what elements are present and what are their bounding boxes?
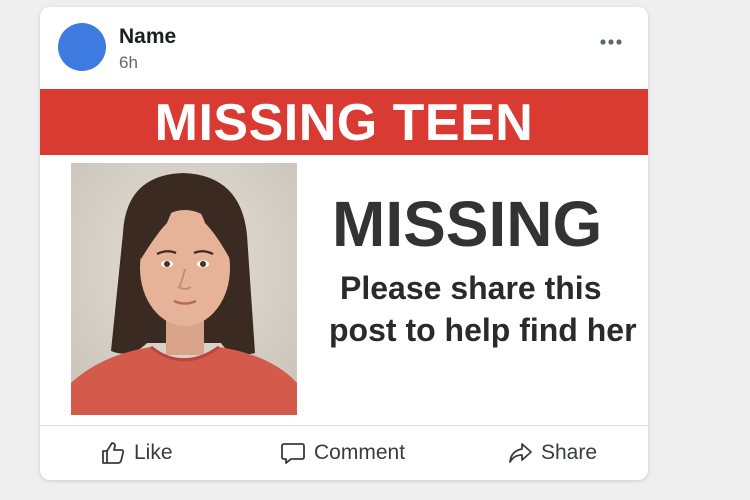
alert-banner: MISSING TEEN [40, 89, 648, 155]
post-card: Name 6h MISSING TEEN MISSING Please shar… [40, 7, 648, 480]
missing-person-photo[interactable] [71, 163, 297, 415]
post-timestamp[interactable]: 6h [119, 53, 138, 73]
comment-button[interactable]: Comment [280, 431, 405, 475]
speech-bubble-icon [281, 443, 305, 464]
action-bar-divider [40, 425, 648, 426]
more-options-button[interactable] [598, 35, 626, 49]
like-button[interactable]: Like [100, 431, 173, 475]
page-background: Name 6h MISSING TEEN MISSING Please shar… [0, 0, 750, 500]
share-button[interactable]: Share [507, 431, 597, 475]
missing-headline: MISSING [332, 188, 603, 260]
share-label: Share [541, 441, 598, 464]
banner-title: MISSING TEEN [154, 94, 534, 152]
thumbs-up-icon [102, 442, 125, 464]
portrait-illustration [71, 163, 297, 415]
share-plea-line1: Please share this [340, 270, 602, 306]
avatar[interactable] [58, 23, 106, 71]
like-label: Like [134, 441, 173, 464]
author-name[interactable]: Name [119, 25, 176, 49]
share-plea-line2: post to help find her [329, 312, 637, 348]
comment-label: Comment [314, 441, 406, 464]
share-arrow-icon [509, 443, 532, 463]
more-options-icon [600, 39, 622, 45]
